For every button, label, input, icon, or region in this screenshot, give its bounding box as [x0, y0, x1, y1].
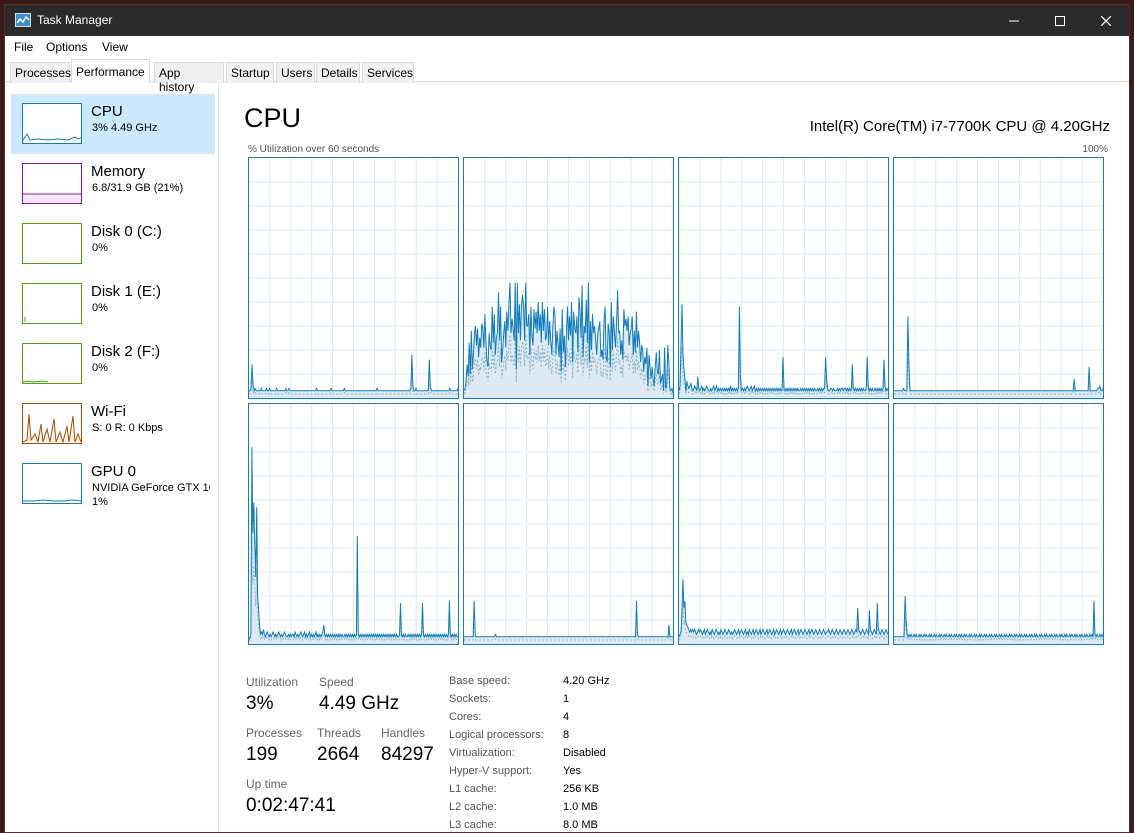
- sidebar-sub: 6.8/31.9 GB (21%): [92, 182, 184, 194]
- tab-app-history[interactable]: App history: [154, 62, 224, 94]
- spec-value: 4: [563, 711, 570, 723]
- uptime-value: 0:02:47:41: [246, 795, 336, 816]
- cpu-model: Intel(R) Core(TM) i7-7700K CPU @ 4.20GHz: [809, 118, 1110, 135]
- sidebar-sub: 3% 4.49 GHz: [92, 122, 158, 134]
- spec-value: Disabled: [563, 747, 606, 759]
- sidebar-item-memory[interactable]: Memory 6.8/31.9 GB (21%): [11, 154, 215, 214]
- utilization-value: 3%: [246, 693, 274, 714]
- page-title: CPU: [244, 103, 302, 133]
- wifi-thumbnail-graph: [22, 403, 82, 444]
- tab-users[interactable]: Users: [276, 62, 315, 83]
- sidebar-label: Memory: [91, 163, 146, 180]
- handles-value: 84297: [381, 744, 434, 765]
- sidebar-sub: 0%: [92, 302, 108, 314]
- tab-startup[interactable]: Startup: [226, 62, 274, 83]
- menu-view[interactable]: View: [102, 40, 128, 54]
- memory-thumbnail-graph: [22, 163, 82, 204]
- resource-sidebar: CPU 3% 4.49 GHz Memory 6.8/31.9 GB (21%)…: [5, 83, 219, 832]
- utilization-graph-max: 100%: [1082, 144, 1108, 155]
- menu-bar: File Options View: [5, 36, 1129, 58]
- sidebar-item-cpu[interactable]: CPU 3% 4.49 GHz: [11, 94, 215, 154]
- window-title: Task Manager: [37, 13, 113, 27]
- core-graph: [678, 403, 889, 645]
- gpu-0-thumbnail-graph: [22, 463, 82, 504]
- sidebar-sub: 0%: [92, 362, 108, 374]
- handles-label: Handles: [381, 726, 426, 740]
- tab-processes[interactable]: Processes: [10, 62, 71, 83]
- title-bar[interactable]: Task Manager: [5, 5, 1129, 36]
- sidebar-label: Disk 1 (E:): [91, 283, 162, 300]
- tab-strip: Processes Performance App history Startu…: [5, 58, 1129, 94]
- sidebar-sub: S: 0 R: 0 Kbps: [92, 422, 163, 434]
- spec-label: L2 cache:: [449, 801, 497, 813]
- spec-label: L1 cache:: [449, 783, 497, 795]
- spec-label: Cores:: [449, 711, 482, 723]
- disk-0-thumbnail-graph: [22, 223, 82, 264]
- spec-value: 4.20 GHz: [563, 675, 610, 687]
- core-graph: [463, 157, 674, 399]
- spec-label: Sockets:: [449, 693, 492, 705]
- core-graph: [893, 403, 1104, 645]
- sidebar-item-disk-2[interactable]: Disk 2 (F:) 0%: [11, 334, 215, 394]
- task-manager-window: Task Manager File Options View Processes…: [4, 4, 1130, 833]
- processes-value: 199: [246, 744, 278, 765]
- sidebar-label: Disk 2 (F:): [91, 343, 161, 360]
- spec-label: Virtualization:: [449, 747, 515, 759]
- processes-label: Processes: [246, 726, 303, 740]
- task-manager-icon: [15, 13, 31, 27]
- maximize-icon[interactable]: [1037, 5, 1083, 36]
- sidebar-sub: NVIDIA GeForce GTX 10!: [92, 482, 210, 494]
- sidebar-label: Wi-Fi: [91, 403, 126, 420]
- spec-value: 1.0 MB: [563, 801, 598, 813]
- utilization-graph-label: % Utilization over 60 seconds: [248, 144, 380, 155]
- cpu-detail-panel: CPU Intel(R) Core(TM) i7-7700K CPU @ 4.2…: [220, 83, 1129, 832]
- cpu-thumbnail-graph: [22, 103, 82, 144]
- core-graph: [463, 403, 674, 645]
- core-graph: [678, 157, 889, 399]
- sidebar-label: GPU 0: [91, 463, 137, 480]
- spec-label: L3 cache:: [449, 819, 497, 831]
- sidebar-label: CPU: [91, 103, 123, 120]
- tab-services[interactable]: Services: [362, 62, 414, 83]
- spec-value: Yes: [563, 765, 581, 777]
- core-graph: [248, 403, 459, 645]
- spec-value: 256 KB: [563, 783, 600, 795]
- menu-file[interactable]: File: [14, 40, 33, 54]
- minimize-icon[interactable]: [991, 5, 1037, 36]
- uptime-label: Up time: [246, 777, 288, 791]
- utilization-label: Utilization: [246, 675, 299, 689]
- sidebar-sub: 0%: [92, 242, 108, 254]
- speed-label: Speed: [319, 675, 354, 689]
- core-graph: [248, 157, 459, 399]
- spec-label: Hyper-V support:: [449, 765, 533, 777]
- sidebar-label: Disk 0 (C:): [91, 223, 162, 240]
- threads-label: Threads: [317, 726, 362, 740]
- threads-value: 2664: [317, 744, 360, 765]
- sidebar-item-gpu-0[interactable]: GPU 0 NVIDIA GeForce GTX 10! 1%: [11, 454, 215, 514]
- tab-details[interactable]: Details: [316, 62, 360, 83]
- sidebar-sub-2: 1%: [92, 496, 108, 508]
- spec-label: Base speed:: [449, 675, 511, 687]
- spec-value: 8: [563, 729, 570, 741]
- sidebar-item-disk-1[interactable]: Disk 1 (E:) 0%: [11, 274, 215, 334]
- sidebar-item-disk-0[interactable]: Disk 0 (C:) 0%: [11, 214, 215, 274]
- disk-1-thumbnail-graph: [22, 283, 82, 324]
- spec-value: 1: [563, 693, 570, 705]
- disk-2-thumbnail-graph: [22, 343, 82, 384]
- spec-value: 8.0 MB: [563, 819, 598, 831]
- speed-value: 4.49 GHz: [319, 693, 400, 714]
- menu-options[interactable]: Options: [46, 40, 87, 54]
- close-icon[interactable]: [1083, 5, 1129, 36]
- tab-performance[interactable]: Performance: [71, 59, 150, 83]
- sidebar-item-wifi[interactable]: Wi-Fi S: 0 R: 0 Kbps: [11, 394, 215, 454]
- core-graph: [893, 157, 1104, 399]
- spec-label: Logical processors:: [449, 729, 544, 741]
